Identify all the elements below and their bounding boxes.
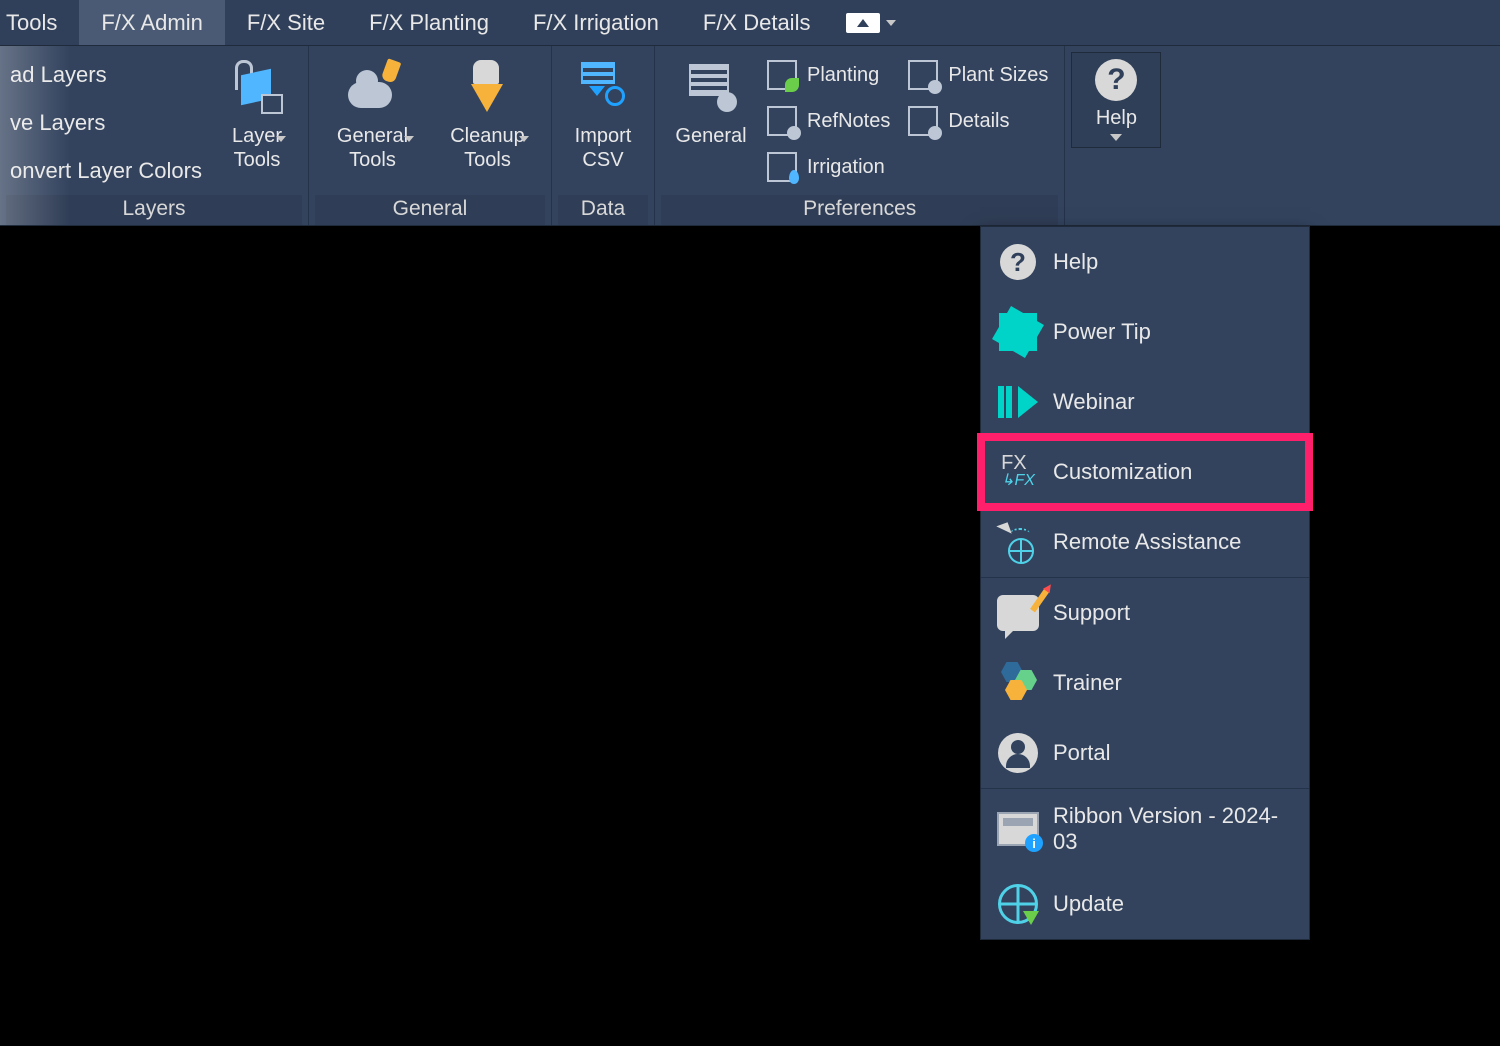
ribbon-version-icon: i — [997, 808, 1039, 850]
general-tools-icon — [344, 60, 400, 116]
menu-item-label: Remote Assistance — [1053, 529, 1241, 555]
menu-item-label: Help — [1053, 249, 1098, 275]
menu-item-label: Update — [1053, 891, 1124, 917]
chevron-down-icon — [404, 136, 414, 142]
layer-tools-icon — [229, 60, 285, 116]
cleanup-tools-label: Cleanup Tools — [450, 124, 525, 172]
help-icon: ? — [997, 241, 1039, 283]
ribbon: ad Layers ve Layers onvert Layer Colors … — [0, 46, 1500, 226]
load-layers-button[interactable]: ad Layers — [10, 62, 202, 88]
help-label: Help — [1096, 107, 1137, 130]
general-tools-button[interactable]: General Tools — [315, 50, 430, 172]
preferences-general-button[interactable]: General — [661, 50, 761, 148]
menu-item-power-tip[interactable]: Power Tip — [981, 297, 1309, 367]
import-csv-button[interactable]: Import CSV — [558, 50, 648, 172]
preferences-refnotes-button[interactable]: RefNotes — [767, 98, 890, 144]
tab-fx-site[interactable]: F/X Site — [225, 0, 347, 45]
preferences-general-label: General — [675, 124, 746, 148]
menu-item-remote-assistance[interactable]: Remote Assistance — [981, 507, 1309, 577]
preferences-plant-sizes-button[interactable]: Plant Sizes — [908, 52, 1048, 98]
menu-item-ribbon-version[interactable]: i Ribbon Version - 2024-03 — [981, 789, 1309, 869]
trainer-icon — [997, 662, 1039, 704]
menu-item-label: Power Tip — [1053, 319, 1151, 345]
menu-item-customization[interactable]: FX↳FX Customization — [981, 437, 1309, 507]
layer-tools-button[interactable]: Layer Tools — [212, 50, 302, 172]
menu-item-portal[interactable]: Portal — [981, 718, 1309, 788]
help-split-button[interactable]: ? Help — [1071, 52, 1161, 148]
portal-icon — [997, 732, 1039, 774]
menu-item-trainer[interactable]: Trainer — [981, 648, 1309, 718]
preferences-general-icon — [683, 60, 739, 116]
menu-item-help[interactable]: ? Help — [981, 227, 1309, 297]
tab-fx-planting[interactable]: F/X Planting — [347, 0, 511, 45]
preferences-irrigation-button[interactable]: Irrigation — [767, 144, 890, 190]
chevron-down-icon — [276, 136, 286, 142]
preferences-refnotes-label: RefNotes — [807, 110, 890, 133]
layer-tools-label: Layer Tools — [232, 124, 282, 172]
help-icon: ? — [1095, 59, 1137, 101]
save-layers-button[interactable]: ve Layers — [10, 110, 202, 136]
convert-layer-colors-button[interactable]: onvert Layer Colors — [10, 158, 202, 184]
panel-title-data: Data — [558, 195, 648, 225]
planting-icon — [767, 60, 797, 90]
ribbon-tabstrip: Tools F/X Admin F/X Site F/X Planting F/… — [0, 0, 1500, 46]
irrigation-icon — [767, 152, 797, 182]
layers-link-stack: ad Layers ve Layers onvert Layer Colors — [6, 50, 212, 190]
panel-title-layers: Layers — [6, 195, 302, 225]
menu-item-label: Webinar — [1053, 389, 1135, 415]
tab-fx-admin[interactable]: F/X Admin — [79, 0, 224, 45]
menu-item-label: Portal — [1053, 740, 1110, 766]
webinar-icon — [997, 381, 1039, 423]
refnotes-icon — [767, 106, 797, 136]
preferences-irrigation-label: Irrigation — [807, 156, 885, 179]
remote-assistance-icon — [997, 521, 1039, 563]
chevron-down-icon — [1110, 134, 1122, 141]
power-tip-icon — [997, 311, 1039, 353]
panel-data: Import CSV Data — [552, 46, 655, 225]
panel-layers: ad Layers ve Layers onvert Layer Colors … — [0, 46, 309, 225]
customization-icon: FX↳FX — [997, 451, 1039, 493]
menu-item-label: Customization — [1053, 459, 1192, 485]
update-icon — [997, 883, 1039, 925]
tab-fx-details[interactable]: F/X Details — [681, 0, 833, 45]
preferences-plant-sizes-label: Plant Sizes — [948, 64, 1048, 87]
ribbon-collapse-button[interactable] — [832, 0, 910, 45]
menu-item-support[interactable]: Support — [981, 578, 1309, 648]
cleanup-tools-icon — [459, 60, 515, 116]
support-icon — [997, 592, 1039, 634]
menu-item-webinar[interactable]: Webinar — [981, 367, 1309, 437]
plant-sizes-icon — [908, 60, 938, 90]
import-csv-icon — [575, 60, 631, 116]
menu-item-label: Ribbon Version - 2024-03 — [1053, 803, 1293, 855]
menu-item-update[interactable]: Update — [981, 869, 1309, 939]
cleanup-tools-button[interactable]: Cleanup Tools — [430, 50, 545, 172]
panel-title-preferences: Preferences — [661, 195, 1058, 225]
preferences-planting-label: Planting — [807, 64, 879, 87]
preferences-planting-button[interactable]: Planting — [767, 52, 890, 98]
general-tools-label: General Tools — [337, 124, 408, 172]
import-csv-label: Import CSV — [575, 124, 632, 172]
details-icon — [908, 106, 938, 136]
tab-tools[interactable]: Tools — [0, 0, 79, 45]
menu-item-label: Trainer — [1053, 670, 1122, 696]
arrow-up-icon — [846, 13, 880, 33]
panel-general: General Tools Cleanup Tools General — [309, 46, 552, 225]
chevron-down-icon — [519, 136, 529, 142]
chevron-down-icon — [886, 20, 896, 26]
tab-fx-irrigation[interactable]: F/X Irrigation — [511, 0, 681, 45]
panel-help: ? Help — [1065, 46, 1167, 225]
preferences-grid: Planting Plant Sizes RefNotes Details Ir… — [761, 50, 1058, 190]
preferences-details-label: Details — [948, 110, 1009, 133]
panel-title-general: General — [315, 195, 545, 225]
panel-preferences: General Planting Plant Sizes RefNotes D — [655, 46, 1065, 225]
preferences-details-button[interactable]: Details — [908, 98, 1048, 144]
menu-item-label: Support — [1053, 600, 1130, 626]
help-dropdown-menu: ? Help Power Tip Webinar FX↳FX Customiza… — [980, 226, 1310, 940]
